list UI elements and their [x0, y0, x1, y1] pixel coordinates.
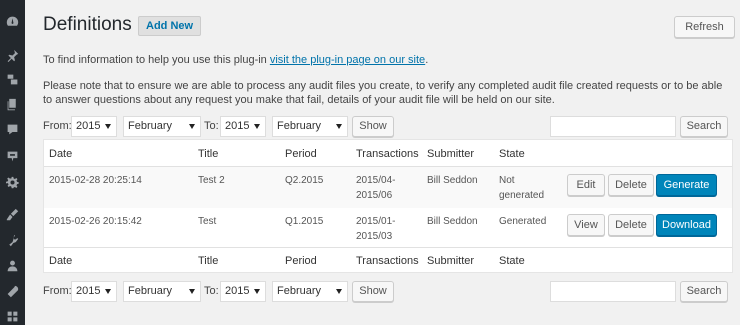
to-label: To: [204, 285, 219, 297]
column-footer-submitter: Submitter [427, 255, 475, 267]
to-year-value: 2015 [225, 285, 250, 297]
show-button[interactable]: Show [352, 116, 394, 137]
appearance-icon[interactable] [5, 207, 20, 222]
add-new-button[interactable]: Add New [138, 16, 202, 36]
to-month-value: February [277, 285, 322, 297]
tools-icon[interactable] [5, 284, 20, 299]
column-footer-period: Period [285, 255, 317, 267]
help-text-suffix: . [425, 54, 429, 66]
refresh-button[interactable]: Refresh [674, 16, 735, 38]
plugins-icon[interactable] [5, 233, 20, 248]
to-month-select[interactable]: February [272, 116, 348, 137]
settings-icon[interactable] [5, 175, 20, 190]
row-period: Q1.2015 [285, 216, 324, 227]
search-input[interactable] [550, 116, 676, 137]
to-year-select[interactable]: 2015 [220, 281, 266, 302]
to-year-value: 2015 [225, 120, 250, 132]
row-date: 2015-02-26 20:15:42 [49, 216, 142, 227]
chevron-down-icon [189, 124, 195, 129]
row-transactions-start: 2015/04- [356, 175, 396, 186]
edit-button[interactable]: Edit [567, 174, 605, 196]
media-icon[interactable] [5, 72, 20, 87]
admin-sidebar [0, 0, 25, 325]
pages-icon[interactable] [5, 97, 20, 112]
row-period: Q2.2015 [285, 175, 324, 186]
chevron-down-icon [105, 124, 111, 129]
from-label: From: [43, 285, 72, 297]
pin-icon[interactable] [5, 48, 20, 63]
to-label: To: [204, 120, 219, 132]
delete-button[interactable]: Delete [608, 214, 654, 236]
dashboard-icon[interactable] [5, 14, 20, 29]
row-state-line2: generated [499, 190, 545, 201]
chevron-down-icon [254, 289, 260, 294]
definitions-table: Date Title Period Transactions Submitter… [43, 139, 733, 273]
plugin-page-link[interactable]: visit the plug-in page on our site [270, 54, 425, 66]
feedback-icon[interactable] [5, 149, 20, 164]
delete-button[interactable]: Delete [608, 174, 654, 196]
page-title: Definitions [43, 14, 132, 35]
column-footer-transactions: Transactions [356, 255, 419, 267]
from-month-select[interactable]: February [123, 281, 201, 302]
column-header-state: State [499, 148, 525, 160]
show-button[interactable]: Show [352, 281, 394, 302]
help-text-prefix: To find information to help you use this… [43, 54, 270, 66]
column-header-period: Period [285, 148, 317, 160]
row-title: Test 2 [198, 175, 225, 186]
search-button[interactable]: Search [680, 281, 728, 302]
row-submitter: Bill Seddon [427, 216, 478, 227]
column-footer-date: Date [49, 255, 73, 267]
column-footer-state: State [499, 255, 525, 267]
footer-divider [44, 247, 732, 248]
from-month-value: February [128, 285, 173, 297]
search-input[interactable] [550, 281, 676, 302]
filter-bar-bottom: From: 2015 February To: 2015 February Sh… [43, 281, 735, 303]
chevron-down-icon [336, 289, 342, 294]
column-header-title: Title [198, 148, 219, 160]
chevron-down-icon [105, 289, 111, 294]
row-state: Not [499, 175, 515, 186]
help-text: To find information to help you use this… [43, 54, 428, 66]
search-button[interactable]: Search [680, 116, 728, 137]
from-label: From: [43, 120, 72, 132]
chevron-down-icon [189, 289, 195, 294]
chevron-down-icon [254, 124, 260, 129]
row-date: 2015-02-28 20:25:14 [49, 175, 142, 186]
users-icon[interactable] [5, 258, 20, 273]
privacy-notice: Please note that to ensure we are able t… [43, 80, 723, 106]
row-transactions-start: 2015/01- [356, 216, 396, 227]
column-header-transactions: Transactions [356, 148, 419, 160]
main-content: Definitions Add New Refresh To find info… [43, 0, 735, 325]
column-header-submitter: Submitter [427, 148, 475, 160]
to-year-select[interactable]: 2015 [220, 116, 266, 137]
to-month-value: February [277, 120, 322, 132]
chevron-down-icon [336, 124, 342, 129]
to-month-select[interactable]: February [272, 281, 348, 302]
from-year-select[interactable]: 2015 [71, 281, 117, 302]
row-title: Test [198, 216, 217, 227]
column-header-date: Date [49, 148, 73, 160]
grid-icon[interactable] [5, 309, 20, 324]
comments-icon[interactable] [5, 122, 20, 137]
from-year-select[interactable]: 2015 [71, 116, 117, 137]
row-transactions-end: 2015/06 [356, 190, 393, 201]
from-year-value: 2015 [76, 120, 101, 132]
view-button[interactable]: View [567, 214, 605, 236]
from-month-select[interactable]: February [123, 116, 201, 137]
column-footer-title: Title [198, 255, 219, 267]
row-transactions-end: 2015/03 [356, 231, 393, 242]
generate-button[interactable]: Generate [656, 174, 717, 196]
from-year-value: 2015 [76, 285, 101, 297]
row-submitter: Bill Seddon [427, 175, 478, 186]
row-state: Generated [499, 216, 547, 227]
from-month-value: February [128, 120, 173, 132]
filter-bar-top: From: 2015 February To: 2015 February Sh… [43, 116, 735, 138]
download-button[interactable]: Download [656, 214, 717, 236]
